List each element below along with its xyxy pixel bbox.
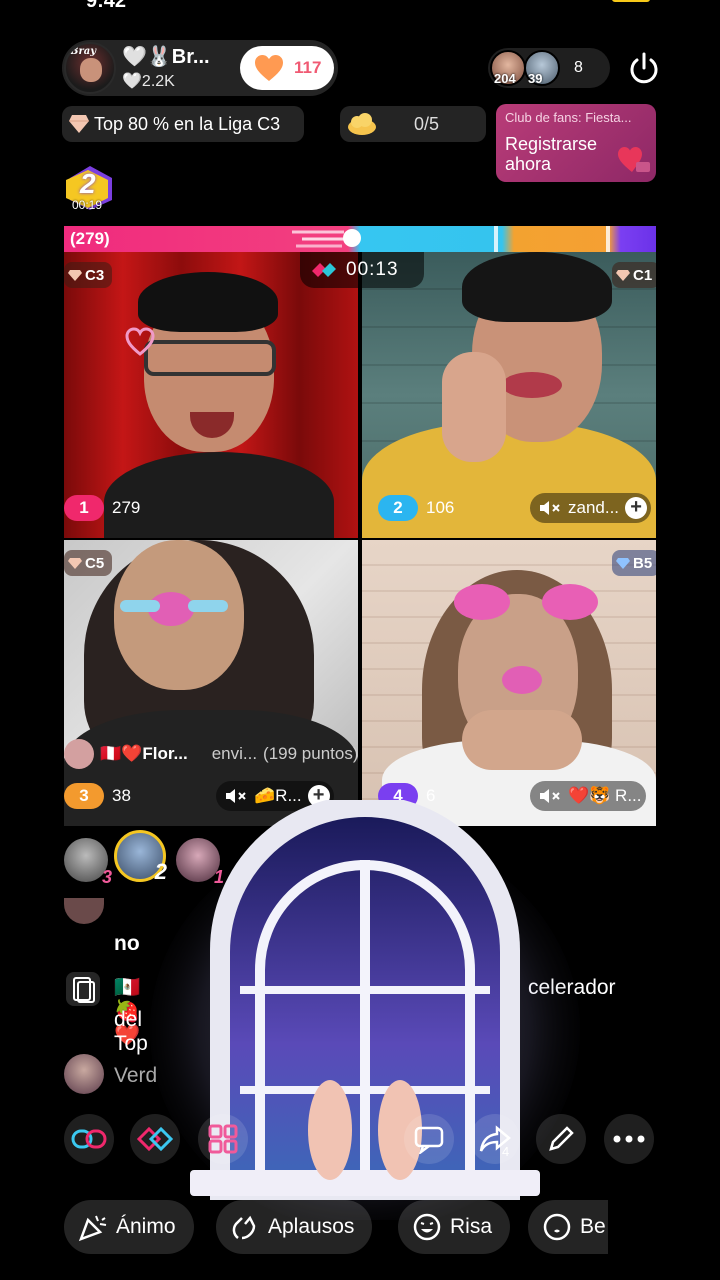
guest-video-tile-1[interactable]: C3 1 279 [64,252,358,538]
player-name-pill[interactable]: zand... + [530,493,652,523]
mouth [502,372,562,398]
status-icons [540,0,650,4]
chat-avatar [64,898,104,924]
person-hair [138,272,278,332]
more-options-button[interactable] [604,1114,654,1164]
player-score: 2 106 [378,495,462,521]
player-score: 1 279 [64,495,148,521]
power-icon[interactable] [626,48,662,88]
reaction-kiss-button[interactable]: Be [528,1200,608,1254]
fanclub-banner[interactable]: Club de fans: Fiesta... Registrarse ahor… [496,104,656,182]
league-rank-text: Top 80 % en la Liga C3 [94,114,281,134]
dog-ear-filter [454,584,510,620]
heart-icon [255,55,283,81]
battle-score-bar: (279) [64,226,656,252]
muted-icon [540,501,560,515]
person-hair [462,252,612,322]
host-avatar[interactable]: Bray [64,42,116,94]
battle-gloves-icon [137,1126,173,1152]
rank-badge-timer: 00:19 [72,198,103,212]
guest-video-tile-2[interactable]: C1 2 106 zand... + [362,252,656,538]
pen-icon [549,1126,574,1151]
glasses [144,340,276,376]
gift-action: envi... [211,744,258,763]
dog-ear-filter [542,584,598,620]
task-progress-pill[interactable]: 0/5 [340,106,486,142]
link-icon [71,1129,107,1149]
more-icon [613,1135,645,1143]
share-button[interactable]: 4 [470,1114,520,1164]
gifter-name: 🇵🇪❤️Flor... [100,744,188,763]
guest-video-tile-4[interactable]: B5 4 6 ❤️🐯 R... [362,540,656,826]
grid-icon [208,1124,238,1154]
viewer-list[interactable]: 204 39 8 [488,48,610,88]
viewer-count: 8 [574,59,583,76]
reaction-cheer-button[interactable]: Ánimo [64,1200,194,1254]
battle-total-score: (279) [70,229,110,248]
heart-sticker-icon [125,327,155,356]
add-friend-button[interactable]: + [625,497,648,519]
share-count: 4 [502,1144,510,1159]
status-bar: 9:42 [0,0,720,14]
gem-icon [68,558,82,569]
chat-text: del Top [114,1008,148,1055]
task-progress-text: 0/5 [414,114,440,134]
gift-card-icon [66,972,100,1006]
guest-video-tile-3[interactable]: C5 3 38 🧀R... + [64,540,358,826]
kiss-icon [543,1213,571,1241]
score-divider [494,226,498,252]
gem-icon [616,270,630,281]
host-likes: 🤍2.2K [122,73,175,90]
hands [462,710,582,770]
heart-count: 117 [294,58,322,77]
gem-icon [69,115,89,133]
tier-tag: B5 [612,550,656,576]
link-button[interactable] [64,1114,114,1164]
hearts-icon [618,147,650,172]
edit-button[interactable] [536,1114,586,1164]
host-name: 🤍🐰Br... [122,46,210,68]
chat-text: no [114,932,140,955]
battle-button[interactable] [130,1114,180,1164]
battle-gloves-icon [312,263,336,277]
rank-badge[interactable]: 2 00:19 [64,164,116,212]
clap-icon [232,1215,256,1240]
gem-icon [68,270,82,281]
viewer-avatar[interactable]: 39 [524,50,560,86]
gifter-avatar [64,739,94,769]
cloud-icon [348,113,376,135]
status-time: 9:42 [86,0,127,12]
dog-nose-filter [502,666,542,694]
reaction-applause-button[interactable]: Aplausos [216,1200,373,1254]
battle-timer-text: 00:13 [346,259,399,280]
league-rank-pill[interactable]: Top 80 % en la Liga C3 [62,106,304,142]
follow-heart-button[interactable]: 117 [240,46,334,90]
tier-tag: C1 [612,262,656,288]
score-divider [606,226,610,252]
rank-badge-number: 2 [80,168,96,199]
fanclub-register-cta[interactable]: Registrarse ahora [505,134,613,174]
reaction-laugh-button[interactable]: Risa [398,1200,511,1254]
laugh-icon [413,1213,441,1241]
host-info[interactable]: Bray 🤍🐰Br... 🤍2.2K 117 [62,40,338,96]
viewer-avatar[interactable]: 204 [490,50,526,86]
player-score: 3 38 [64,783,139,809]
more-features-button[interactable] [198,1114,248,1164]
chat-avatar [64,1054,104,1094]
streak-icon [292,229,361,248]
fanclub-title: Club de fans: Fiesta... [505,110,632,125]
comment-button[interactable] [404,1114,454,1164]
comment-icon [414,1126,444,1154]
hand [442,352,506,462]
gift-notification: 🇵🇪❤️Flor... envi... (199 puntos) [64,738,414,770]
gift-points: (199 puntos) [263,744,359,763]
diamond-icon [616,558,630,569]
tier-tag: C5 [64,550,113,576]
top-gifter-avatar[interactable]: 3 [64,838,112,887]
host-logo-text: Bray [70,46,97,57]
tier-tag: C3 [64,262,113,288]
party-popper-icon [78,1215,107,1242]
battle-timer: 00:13 [300,252,424,288]
battery-icon [612,0,650,2]
